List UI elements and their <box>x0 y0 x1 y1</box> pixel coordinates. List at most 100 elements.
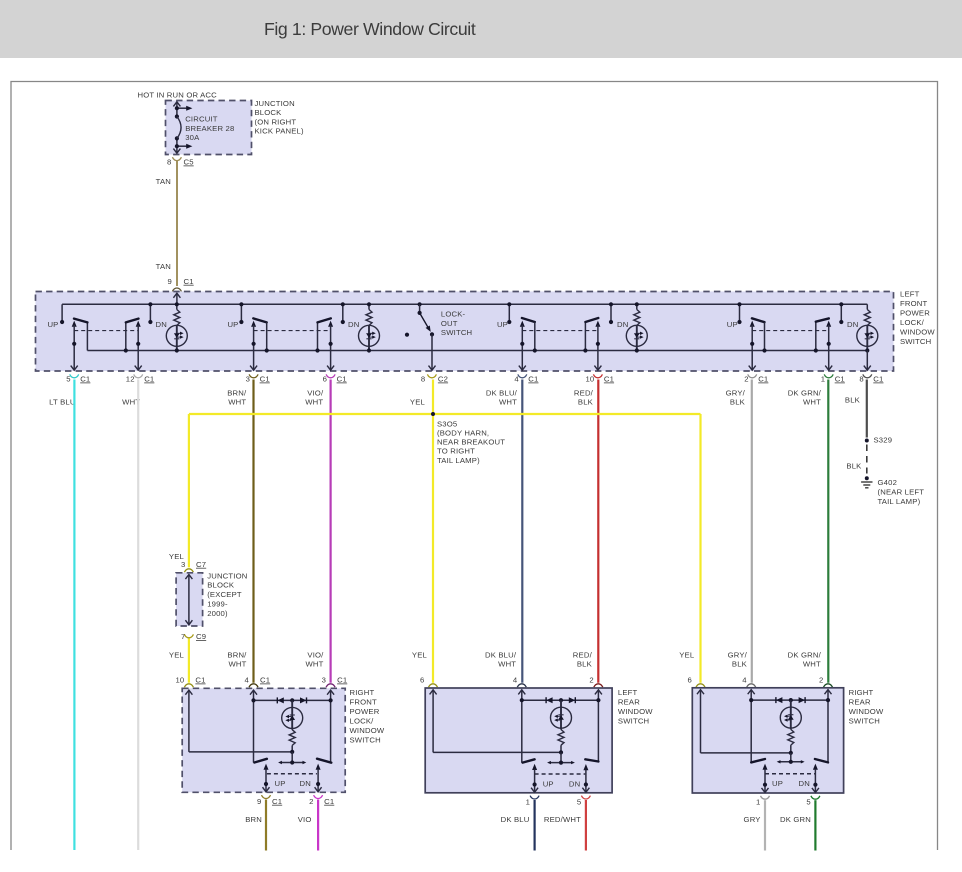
svg-text:C1: C1 <box>260 676 270 685</box>
svg-text:9: 9 <box>257 797 261 806</box>
svg-text:POWER: POWER <box>900 308 930 317</box>
svg-text:2: 2 <box>589 676 593 685</box>
svg-text:C1: C1 <box>758 375 768 384</box>
svg-text:SWITCH: SWITCH <box>618 716 649 725</box>
svg-text:6: 6 <box>420 676 424 685</box>
svg-text:LOCK/: LOCK/ <box>900 318 925 327</box>
svg-text:UP: UP <box>497 320 508 329</box>
svg-text:6: 6 <box>688 676 692 685</box>
svg-text:1999-: 1999- <box>207 600 228 609</box>
svg-text:VIO/: VIO/ <box>307 650 324 659</box>
svg-text:SWITCH: SWITCH <box>849 716 880 725</box>
svg-text:(ON RIGHT: (ON RIGHT <box>255 117 297 126</box>
svg-text:(BODY HARN,: (BODY HARN, <box>437 429 489 438</box>
svg-text:FRONT: FRONT <box>900 299 927 308</box>
svg-text:BLK: BLK <box>577 660 593 669</box>
svg-text:12: 12 <box>126 375 135 384</box>
svg-text:DK GRN/: DK GRN/ <box>788 388 822 397</box>
svg-text:NEAR BREAKOUT: NEAR BREAKOUT <box>437 437 505 446</box>
svg-text:C1: C1 <box>195 676 205 685</box>
svg-text:BLOCK: BLOCK <box>255 108 283 117</box>
svg-text:BLK: BLK <box>730 398 746 407</box>
svg-text:UP: UP <box>772 779 783 788</box>
svg-text:TO RIGHT: TO RIGHT <box>437 447 475 456</box>
svg-text:10: 10 <box>585 375 594 384</box>
svg-text:TAIL LAMP): TAIL LAMP) <box>437 456 480 465</box>
svg-text:VIO: VIO <box>298 815 312 824</box>
svg-text:C1: C1 <box>144 375 154 384</box>
svg-text:2: 2 <box>819 676 823 685</box>
svg-text:G402: G402 <box>878 478 898 487</box>
svg-text:WHT: WHT <box>499 398 517 407</box>
svg-text:WHT: WHT <box>803 398 821 407</box>
svg-text:DN: DN <box>569 779 580 788</box>
svg-text:TAN: TAN <box>156 262 171 271</box>
svg-text:DK BLU/: DK BLU/ <box>486 388 518 397</box>
svg-text:BLK: BLK <box>846 461 862 470</box>
svg-text:1: 1 <box>526 797 530 806</box>
svg-text:SWITCH: SWITCH <box>350 735 381 744</box>
svg-text:BRN/: BRN/ <box>227 650 247 659</box>
svg-text:UP: UP <box>543 779 554 788</box>
svg-text:WINDOW: WINDOW <box>849 707 884 716</box>
svg-text:3: 3 <box>322 676 326 685</box>
svg-text:LEFT: LEFT <box>618 688 638 697</box>
svg-text:9: 9 <box>168 277 172 286</box>
svg-text:JUNCTION: JUNCTION <box>255 99 295 108</box>
svg-text:WHT: WHT <box>803 660 821 669</box>
svg-text:3: 3 <box>181 560 185 569</box>
svg-text:JUNCTION: JUNCTION <box>207 571 247 580</box>
svg-text:C1: C1 <box>324 797 334 806</box>
svg-text:S3O5: S3O5 <box>437 420 457 429</box>
svg-text:GRY/: GRY/ <box>728 650 748 659</box>
svg-text:5: 5 <box>577 797 581 806</box>
svg-text:WHT: WHT <box>498 660 516 669</box>
svg-text:DN: DN <box>799 779 810 788</box>
svg-text:4: 4 <box>742 676 747 685</box>
svg-text:DK BLU: DK BLU <box>501 815 530 824</box>
svg-text:WHT: WHT <box>305 398 323 407</box>
svg-text:SWITCH: SWITCH <box>900 337 931 346</box>
svg-text:BLK: BLK <box>732 660 748 669</box>
svg-text:SWITCH: SWITCH <box>441 328 472 337</box>
svg-text:WHT: WHT <box>228 660 246 669</box>
svg-text:LOCK/: LOCK/ <box>350 716 375 725</box>
svg-text:LT BLU: LT BLU <box>49 398 75 407</box>
svg-text:C1: C1 <box>272 797 282 806</box>
svg-text:C2: C2 <box>438 375 448 384</box>
svg-text:C1: C1 <box>80 375 90 384</box>
svg-text:DN: DN <box>847 320 858 329</box>
svg-text:BREAKER 28: BREAKER 28 <box>185 124 234 133</box>
svg-text:FRONT: FRONT <box>350 697 377 706</box>
svg-text:YEL: YEL <box>412 650 428 659</box>
svg-text:TAIL LAMP): TAIL LAMP) <box>878 497 921 506</box>
svg-text:DK BLU/: DK BLU/ <box>485 650 517 659</box>
svg-text:UP: UP <box>275 779 286 788</box>
svg-text:RED/WHT: RED/WHT <box>544 815 581 824</box>
svg-text:YEL: YEL <box>679 650 695 659</box>
svg-text:10: 10 <box>175 676 184 685</box>
svg-text:RED/: RED/ <box>573 650 593 659</box>
svg-text:DK GRN: DK GRN <box>780 815 811 824</box>
svg-text:DN: DN <box>156 320 167 329</box>
svg-text:C1: C1 <box>260 375 270 384</box>
svg-text:C1: C1 <box>337 375 347 384</box>
svg-text:2: 2 <box>309 797 313 806</box>
svg-text:S329: S329 <box>874 436 893 445</box>
svg-text:C9: C9 <box>196 632 206 641</box>
svg-text:RIGHT: RIGHT <box>350 688 375 697</box>
svg-text:REAR: REAR <box>618 697 640 706</box>
svg-text:C1: C1 <box>604 375 614 384</box>
svg-text:Fig 1: Power Window Circuit: Fig 1: Power Window Circuit <box>264 19 476 39</box>
svg-text:REAR: REAR <box>849 697 871 706</box>
svg-text:C5: C5 <box>184 158 194 167</box>
svg-text:UP: UP <box>227 320 238 329</box>
svg-text:C1: C1 <box>528 375 538 384</box>
svg-text:C1: C1 <box>873 375 883 384</box>
svg-text:(EXCEPT: (EXCEPT <box>207 590 242 599</box>
svg-text:WHT: WHT <box>228 398 246 407</box>
svg-text:BLOCK: BLOCK <box>207 581 235 590</box>
svg-text:LEFT: LEFT <box>900 289 920 298</box>
svg-text:(NEAR LEFT: (NEAR LEFT <box>878 488 925 497</box>
svg-text:KICK PANEL): KICK PANEL) <box>255 127 305 136</box>
